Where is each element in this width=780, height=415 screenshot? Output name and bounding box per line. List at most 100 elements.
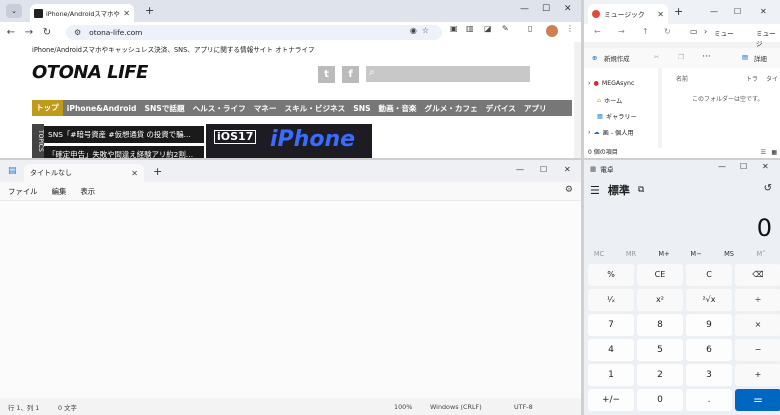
tiles-view-icon[interactable]: ▦	[771, 148, 777, 158]
memory-clear-button[interactable]: MC	[584, 250, 614, 258]
new-tab-button[interactable]: +	[153, 165, 162, 178]
keep-on-top-icon[interactable]: ⧉	[638, 185, 644, 195]
ad-banner[interactable]: iOS17 iPhone	[206, 124, 372, 158]
close-window-button[interactable]: ✕	[762, 162, 769, 171]
settings-gear-icon[interactable]: ⚙	[565, 185, 573, 195]
column-header-track[interactable]: トラ	[746, 74, 758, 83]
digit-5-button[interactable]: 5	[637, 339, 683, 361]
square-root-button[interactable]: ²√x	[686, 289, 732, 311]
back-icon[interactable]: ←	[2, 27, 20, 38]
headline-link[interactable]: 「確定申告」失敗や間違え経験アリ約2割…	[44, 146, 204, 158]
minimize-button[interactable]: —	[516, 165, 524, 174]
digit-2-button[interactable]: 2	[637, 364, 683, 386]
nav-item[interactable]: iPhone&Android	[63, 104, 141, 113]
minimize-button[interactable]: —	[710, 7, 718, 16]
digit-8-button[interactable]: 8	[637, 314, 683, 336]
nav-item[interactable]: SNS	[349, 104, 374, 113]
nav-item[interactable]: デバイス	[482, 103, 520, 114]
digit-3-button[interactable]: 3	[686, 364, 732, 386]
extension-icon[interactable]: ▣	[450, 24, 458, 33]
new-tab-button[interactable]: +	[674, 5, 683, 18]
details-view-icon[interactable]: ☰	[761, 148, 766, 158]
address-bar[interactable]: ⚙ otona-life.com ◉☆	[66, 25, 442, 40]
minimize-button[interactable]: —	[520, 4, 529, 14]
digit-0-button[interactable]: 0	[637, 389, 683, 411]
chrome-menu-icon[interactable]: ⋮	[566, 24, 574, 33]
search-box[interactable]: ミュージ	[756, 28, 780, 48]
close-window-button[interactable]: ✕	[760, 7, 767, 16]
reload-icon[interactable]: ↻	[38, 27, 56, 38]
maximize-button[interactable]: ☐	[540, 165, 547, 174]
backspace-button[interactable]: ⌫	[735, 264, 780, 286]
refresh-icon[interactable]: ↻	[664, 27, 671, 36]
negate-button[interactable]: +/−	[588, 389, 634, 411]
this-pc-icon[interactable]: ▭	[690, 27, 698, 36]
subtract-button[interactable]: −	[735, 339, 780, 361]
tab-search-icon[interactable]: ⌄	[6, 4, 22, 18]
percent-button[interactable]: %	[588, 264, 634, 286]
memory-subtract-button[interactable]: M−	[681, 250, 711, 258]
history-icon[interactable]: ↺	[764, 183, 772, 194]
page-scrollbar[interactable]	[574, 42, 581, 158]
reciprocal-button[interactable]: ¹⁄ₓ	[588, 289, 634, 311]
menu-edit[interactable]: 編集	[52, 186, 67, 197]
forward-icon[interactable]: →	[618, 27, 625, 36]
digit-9-button[interactable]: 9	[686, 314, 732, 336]
multiply-button[interactable]: ×	[735, 314, 780, 336]
explorer-tab[interactable]: ミュージック ✕	[588, 4, 668, 24]
maximize-button[interactable]: ☐	[740, 162, 747, 171]
extension-icon[interactable]: ▥	[466, 24, 474, 33]
extensions-puzzle-icon[interactable]: ✎	[502, 24, 509, 33]
divide-button[interactable]: ÷	[735, 289, 780, 311]
close-tab-icon[interactable]: ✕	[131, 169, 138, 178]
digit-7-button[interactable]: 7	[588, 314, 634, 336]
memory-add-button[interactable]: M+	[649, 250, 679, 258]
close-window-button[interactable]: ✕	[564, 165, 571, 174]
clear-button[interactable]: C	[686, 264, 732, 286]
decimal-button[interactable]: .	[686, 389, 732, 411]
close-window-button[interactable]: ✕	[564, 4, 572, 14]
up-icon[interactable]: ↑	[642, 27, 649, 36]
sidebar-item-gallery[interactable]: ▦ ギャラリー	[588, 112, 637, 121]
nav-item[interactable]: 動画・音楽	[375, 103, 421, 114]
menu-view[interactable]: 表示	[80, 186, 95, 197]
add-button[interactable]: +	[735, 364, 780, 386]
digit-4-button[interactable]: 4	[588, 339, 634, 361]
close-tab-icon[interactable]: ✕	[657, 10, 664, 19]
column-header-title[interactable]: タイ	[766, 74, 778, 83]
column-header-name[interactable]: 名前	[676, 74, 688, 83]
cut-icon[interactable]: ✂	[654, 53, 659, 61]
digit-6-button[interactable]: 6	[686, 339, 732, 361]
clear-entry-button[interactable]: CE	[637, 264, 683, 286]
copy-icon[interactable]: ❐	[678, 53, 684, 61]
nav-item[interactable]: スキル・ビジネス	[281, 103, 350, 114]
new-button[interactable]: 新規作成	[604, 54, 630, 63]
menu-file[interactable]: ファイル	[8, 186, 38, 197]
details-button[interactable]: 詳細	[754, 54, 767, 63]
forward-icon[interactable]: →	[20, 27, 38, 38]
facebook-icon[interactable]: f	[342, 66, 359, 83]
translate-icon[interactable]: ◪	[484, 24, 492, 33]
minimize-button[interactable]: —	[718, 162, 726, 171]
omnibox-actions-icon[interactable]: ◉☆	[410, 26, 434, 35]
nav-item[interactable]: トップ	[32, 100, 63, 116]
nav-item[interactable]: SNSで話題	[140, 103, 188, 114]
sidebar-item-onedrive[interactable]: › ☁ 画 - 個人用	[588, 128, 634, 137]
notepad-tab[interactable]: タイトルなし ✕	[24, 164, 144, 182]
nav-item[interactable]: ヘルス・ライフ	[189, 103, 250, 114]
nav-item[interactable]: グルメ・カフェ	[421, 103, 482, 114]
nav-item[interactable]: アプリ	[520, 103, 551, 114]
nav-item[interactable]: マネー	[250, 103, 281, 114]
site-info-icon[interactable]: ⚙	[74, 28, 81, 37]
memory-list-button[interactable]: M˅	[746, 250, 776, 258]
chrome-tab[interactable]: iPhone/Androidスマホやキャッシュ ✕	[30, 4, 134, 22]
close-tab-icon[interactable]: ✕	[123, 9, 130, 18]
twitter-icon[interactable]: t	[318, 66, 335, 83]
sidebar-item-megasync[interactable]: › ● MEGAsync	[588, 80, 634, 87]
breadcrumb[interactable]: ミュー	[714, 28, 734, 38]
hamburger-menu-icon[interactable]: ☰	[590, 184, 600, 197]
memory-recall-button[interactable]: MR	[616, 250, 646, 258]
digit-1-button[interactable]: 1	[588, 364, 634, 386]
maximize-button[interactable]: ☐	[542, 4, 550, 14]
headline-link[interactable]: SNS「#暗号資産 #仮想通貨 の投資で騙…	[44, 126, 204, 143]
